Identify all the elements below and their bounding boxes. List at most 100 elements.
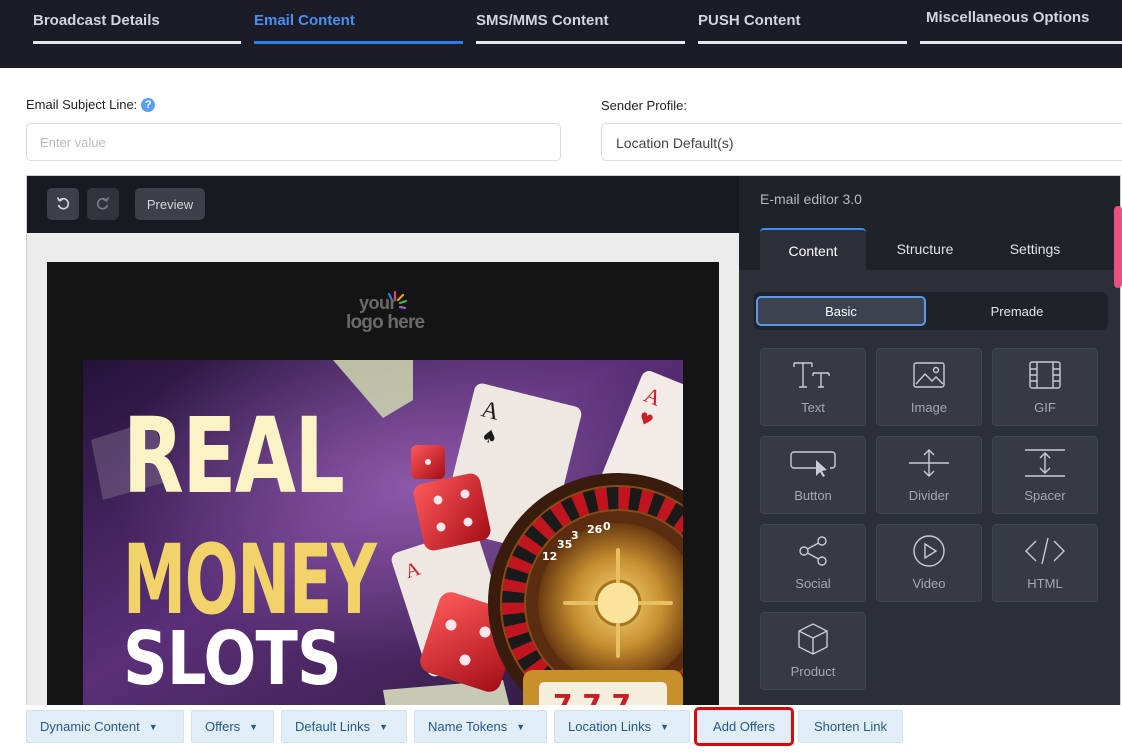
tab-label: Broadcast Details <box>33 12 160 29</box>
editor-toolbar: Preview <box>27 176 739 233</box>
tab-underline <box>698 41 907 44</box>
block-gif[interactable]: GIF <box>992 348 1098 426</box>
block-label: Social <box>795 576 831 591</box>
tab-content[interactable]: Content <box>760 228 866 272</box>
block-spacer[interactable]: Spacer <box>992 436 1098 514</box>
email-subject-label-text: Email Subject Line: <box>26 97 138 112</box>
divider-icon <box>877 445 981 481</box>
block-label: Image <box>910 400 948 415</box>
tab-structure[interactable]: Structure <box>874 228 976 270</box>
tab-settings[interactable]: Settings <box>984 228 1086 270</box>
offers-button[interactable]: Offers ▼ <box>191 710 274 743</box>
editor-side-panel: E-mail editor 3.0 Content Structure Sett… <box>739 176 1120 706</box>
roulette-number: 0 <box>603 520 611 533</box>
sender-profile-value: Location Default(s) <box>616 135 734 151</box>
roulette-number: 12 <box>542 550 557 563</box>
block-product[interactable]: Product <box>760 612 866 690</box>
block-html[interactable]: HTML <box>992 524 1098 602</box>
dynamic-content-button[interactable]: Dynamic Content ▼ <box>26 710 184 743</box>
chevron-down-icon: ▼ <box>660 721 670 732</box>
button-label: Name Tokens <box>428 719 508 734</box>
email-body[interactable]: your logo here A ♠ A ♥ A 0 26 3 35 12 7 … <box>47 262 719 706</box>
button-label: Offers <box>205 719 241 734</box>
block-button[interactable]: Button <box>760 436 866 514</box>
tab-underline <box>254 41 463 44</box>
logo-text-your: your <box>359 293 397 313</box>
preview-button[interactable]: Preview <box>135 188 205 220</box>
block-label: Spacer <box>1024 488 1066 503</box>
hero-image[interactable]: A ♠ A ♥ A 0 26 3 35 12 7 7 7 REAL MONEY … <box>83 360 683 706</box>
tab-push-content[interactable]: PUSH Content <box>698 0 907 44</box>
logo-text-logo-here: logo here <box>346 312 425 333</box>
tab-email-content[interactable]: Email Content <box>254 0 463 44</box>
block-divider[interactable]: Divider <box>876 436 982 514</box>
email-editor: Preview your logo here A ♠ A ♥ A 0 26 3 … <box>26 175 1121 707</box>
block-label: HTML <box>1027 576 1063 591</box>
tab-miscellaneous-options[interactable]: Miscellaneous Options <box>920 0 1122 44</box>
share-icon <box>761 533 865 569</box>
block-label: GIF <box>1034 400 1056 415</box>
text-icon <box>761 357 865 393</box>
chevron-down-icon: ▼ <box>249 721 259 732</box>
undo-button[interactable] <box>47 188 79 220</box>
roulette-number: 26 <box>587 523 603 536</box>
code-icon <box>993 533 1097 569</box>
add-offers-button[interactable]: Add Offers <box>694 707 794 746</box>
tab-underline <box>920 41 1122 44</box>
block-label: Video <box>912 576 946 591</box>
button-label: Location Links <box>568 719 652 734</box>
play-icon <box>877 533 981 569</box>
name-tokens-button[interactable]: Name Tokens ▼ <box>414 710 547 743</box>
help-icon[interactable]: ? <box>141 98 156 112</box>
default-links-button[interactable]: Default Links ▼ <box>281 710 407 743</box>
sender-profile-select[interactable]: Location Default(s) <box>601 123 1122 161</box>
block-label: Product <box>790 664 836 679</box>
tab-underline <box>476 41 685 44</box>
block-video[interactable]: Video <box>876 524 982 602</box>
panel-scroll-handle[interactable] <box>1114 206 1122 288</box>
block-label: Text <box>801 400 825 415</box>
redo-button[interactable] <box>87 188 119 220</box>
tab-label: Miscellaneous Options <box>926 9 1090 26</box>
segment-basic[interactable]: Basic <box>756 296 926 326</box>
email-subject-label: Email Subject Line:? <box>26 97 156 112</box>
tab-underline <box>33 41 241 44</box>
hero-title-money: MONEY <box>123 524 377 636</box>
email-canvas: your logo here A ♠ A ♥ A 0 26 3 35 12 7 … <box>27 233 739 706</box>
image-icon <box>877 357 981 393</box>
location-links-button[interactable]: Location Links ▼ <box>554 710 690 743</box>
blocks-segmented-control: Basic Premade <box>754 292 1108 330</box>
block-label: Button <box>794 488 832 503</box>
editor-title: E-mail editor 3.0 <box>760 191 862 207</box>
tab-label: SMS/MMS Content <box>476 12 609 29</box>
chevron-down-icon: ▼ <box>148 721 158 732</box>
undo-icon <box>55 195 71 214</box>
tab-sms-mms-content[interactable]: SMS/MMS Content <box>476 0 685 44</box>
button-icon <box>761 445 865 481</box>
button-label: Dynamic Content <box>40 719 140 734</box>
chevron-down-icon: ▼ <box>379 721 389 732</box>
chevron-down-icon: ▼ <box>516 721 526 732</box>
top-tab-bar: Broadcast Details Email Content SMS/MMS … <box>0 0 1122 68</box>
roulette-number: 35 <box>557 538 572 551</box>
box-icon <box>761 621 865 657</box>
button-label: Add Offers <box>713 719 775 734</box>
merge-tag-toolbar: Dynamic Content ▼ Offers ▼ Default Links ▼ … <box>0 705 1122 754</box>
block-image[interactable]: Image <box>876 348 982 426</box>
block-text[interactable]: Text <box>760 348 866 426</box>
button-label: Shorten Link <box>814 719 887 734</box>
tab-broadcast-details[interactable]: Broadcast Details <box>33 0 241 44</box>
email-subject-input[interactable] <box>26 123 561 161</box>
gif-icon <box>993 357 1097 393</box>
redo-icon <box>95 195 111 214</box>
block-social[interactable]: Social <box>760 524 866 602</box>
button-label: Default Links <box>295 719 371 734</box>
segment-premade[interactable]: Premade <box>931 296 1103 326</box>
sender-profile-label: Sender Profile: <box>601 98 687 113</box>
logo-placeholder[interactable]: your logo here <box>343 288 425 340</box>
tab-label: PUSH Content <box>698 12 801 29</box>
hero-title-slots: SLOTS <box>123 616 342 702</box>
shorten-link-button[interactable]: Shorten Link <box>798 710 903 743</box>
block-label: Divider <box>908 488 950 503</box>
spacer-icon <box>993 445 1097 481</box>
